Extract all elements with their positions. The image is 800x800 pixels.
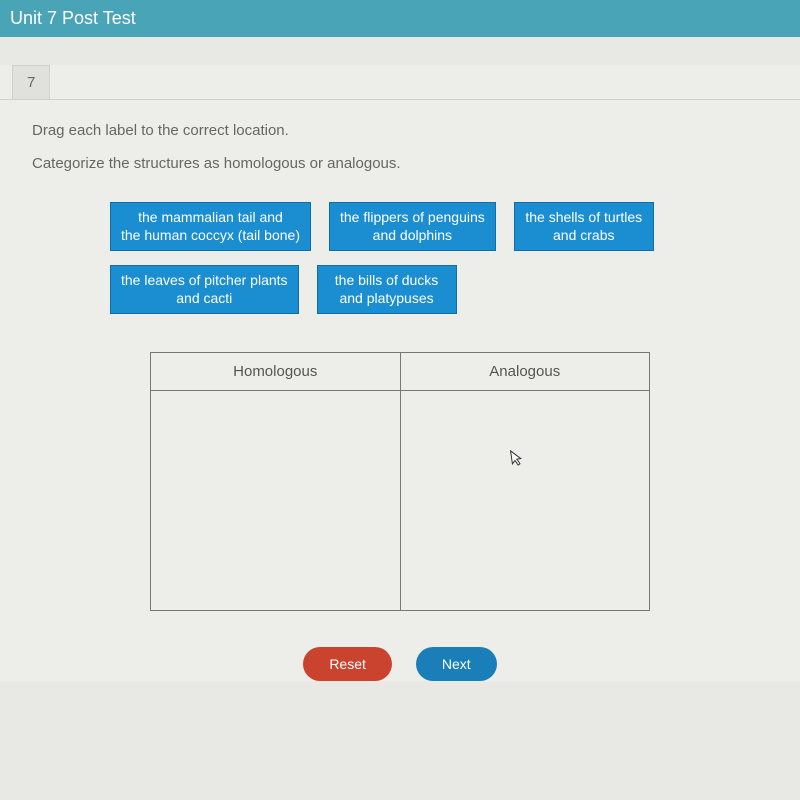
drop-zone-analogous[interactable] — [400, 391, 650, 611]
question-prompt: Categorize the structures as homologous … — [0, 147, 800, 192]
drag-label[interactable]: the bills of ducks and platypuses — [317, 265, 457, 314]
drop-zone-homologous[interactable] — [151, 391, 401, 611]
categorization-table: Homologous Analogous — [150, 352, 650, 611]
column-header-analogous: Analogous — [400, 353, 650, 391]
question-number-tab[interactable]: 7 — [12, 65, 50, 99]
action-buttons: Reset Next — [0, 647, 800, 681]
categorization-table-wrap: Homologous Analogous — [0, 352, 800, 611]
cursor-icon — [509, 448, 526, 473]
question-number-bar: 7 — [0, 65, 800, 100]
drag-instruction: Drag each label to the correct location. — [0, 100, 800, 147]
drag-label[interactable]: the shells of turtles and crabs — [514, 202, 654, 251]
header-title: Unit 7 Post Test — [10, 8, 136, 28]
drag-label[interactable]: the mammalian tail and the human coccyx … — [110, 202, 311, 251]
content-area: 7 Drag each label to the correct locatio… — [0, 65, 800, 681]
draggable-labels-container: the mammalian tail and the human coccyx … — [0, 192, 800, 324]
column-header-homologous: Homologous — [151, 353, 401, 391]
drag-label[interactable]: the flippers of penguins and dolphins — [329, 202, 496, 251]
drag-label[interactable]: the leaves of pitcher plants and cacti — [110, 265, 299, 314]
page-header: Unit 7 Post Test — [0, 0, 800, 37]
next-button[interactable]: Next — [416, 647, 497, 681]
reset-button[interactable]: Reset — [303, 647, 392, 681]
